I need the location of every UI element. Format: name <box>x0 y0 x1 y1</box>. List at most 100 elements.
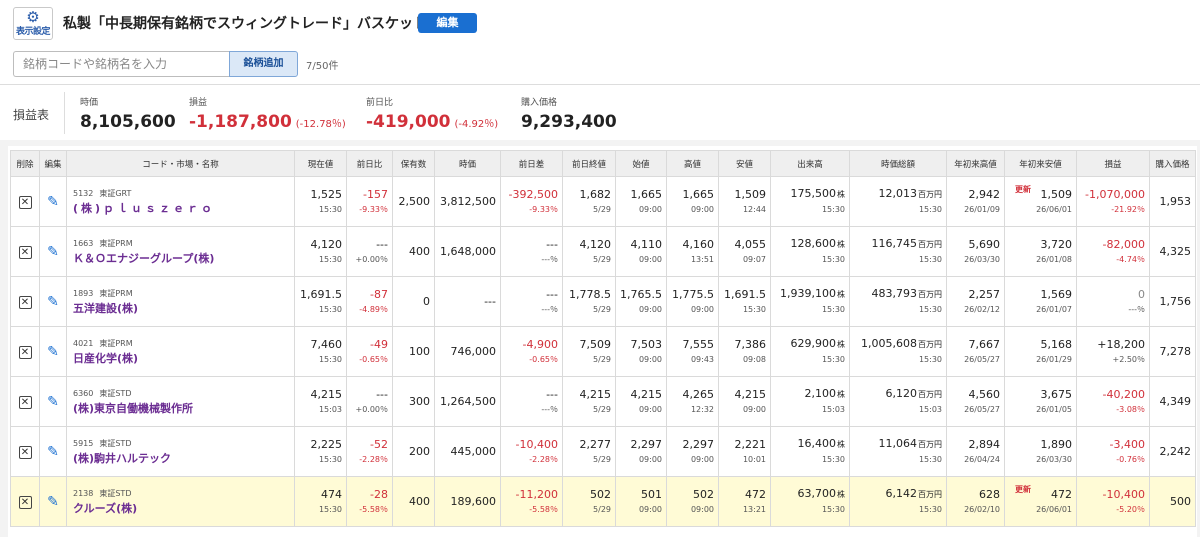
col-prev[interactable]: 前日終値 <box>562 150 616 177</box>
add-stock-button[interactable]: 銘柄追加 <box>229 51 298 77</box>
col-cost[interactable]: 購入価格 <box>1149 150 1196 177</box>
open-time: 09:00 <box>638 204 662 214</box>
stock-name-link[interactable]: 日産化学(株) <box>73 351 290 367</box>
stock-name-link[interactable]: 五洋建設(株) <box>73 301 290 317</box>
volume-line: 1,939,100株 <box>775 286 845 303</box>
prev-close: 502 <box>590 487 611 501</box>
volume-line: 16,400株 <box>775 436 846 453</box>
change-percent: -4.89％ <box>359 304 388 314</box>
delete-icon[interactable]: ✕ <box>18 495 32 509</box>
prev-close: 4,120 <box>579 237 612 251</box>
volume-cell: 1,939,100株 15:30 <box>770 276 850 327</box>
stock-name-link[interactable]: (株)ｐｌｕｓｚｅｒｏ <box>73 201 290 217</box>
market: 東証GRT <box>99 188 132 198</box>
stock-name-link[interactable]: (株)駒井ハルテック <box>73 451 290 467</box>
price-time: 15:30 <box>318 454 342 464</box>
col-ytd-high[interactable]: 年初来高値 <box>946 150 1005 177</box>
pencil-icon[interactable]: ✎ <box>47 245 59 259</box>
ytd-high-cell: 628 26/02/10 <box>946 476 1005 527</box>
prev-date: 5/29 <box>593 254 611 264</box>
pencil-icon[interactable]: ✎ <box>47 395 59 409</box>
stock-code-line: 6360 東証STD <box>73 387 290 401</box>
delete-icon[interactable]: ✕ <box>18 195 32 209</box>
basket-table: 削除 編集 コード・市場・名称 現在値 前日比 保有数 時価 前日差 前日終値 … <box>10 150 1196 527</box>
open: 4,110 <box>630 237 663 251</box>
volume: 2,100 <box>804 387 837 400</box>
mcap-time: 15:30 <box>918 455 942 464</box>
summary-cost: 購入価格 9,293,400 <box>521 95 617 132</box>
qty-cell: 400 <box>392 476 435 527</box>
volume-time: 15:30 <box>821 305 845 314</box>
col-pl[interactable]: 損益 <box>1076 150 1150 177</box>
change-percent: +0.00％ <box>355 254 388 264</box>
price-cell: 2,225 15:30 <box>294 426 347 477</box>
volume-line: 63,700株 <box>775 486 846 503</box>
volume-unit: 株 <box>837 190 845 199</box>
pencil-icon[interactable]: ✎ <box>47 195 59 209</box>
low-cell: 4,055 09:07 <box>718 226 771 277</box>
high: 7,555 <box>682 337 715 351</box>
qty-cell: 400 <box>392 226 435 277</box>
delete-icon[interactable]: ✕ <box>18 295 32 309</box>
volume: 128,600 <box>790 237 837 250</box>
dod-value: -419,000 <box>366 112 451 132</box>
col-price[interactable]: 現在値 <box>294 150 347 177</box>
price: 1,691.5 <box>300 287 342 301</box>
col-high[interactable]: 高値 <box>666 150 719 177</box>
col-value[interactable]: 時価 <box>434 150 501 177</box>
stock-name-link[interactable]: Ｋ＆Ｏエナジーグループ(株) <box>73 251 290 267</box>
col-qty[interactable]: 保有数 <box>392 150 435 177</box>
stock-code: 4021 <box>73 338 94 348</box>
pencil-icon[interactable]: ✎ <box>47 445 59 459</box>
mcap-line: 11,064百万円 <box>854 436 943 453</box>
diff-percent: ---％ <box>541 254 558 264</box>
ytd-high: 2,942 <box>968 187 1001 201</box>
cost: 7,278 <box>1159 344 1192 358</box>
diff-percent: -0.65％ <box>529 354 558 364</box>
col-volume[interactable]: 出来高 <box>770 150 850 177</box>
price-cell: 4,120 15:30 <box>294 226 347 277</box>
col-ytd-low[interactable]: 年初来安値 <box>1004 150 1077 177</box>
mcap: 483,793 <box>871 287 918 300</box>
ytd-high: 628 <box>979 487 1000 501</box>
ytd-high-date: 26/04/24 <box>964 454 1000 464</box>
ytd-high-cell: 4,560 26/05/27 <box>946 376 1005 427</box>
edit-button[interactable]: 編集 <box>418 13 477 33</box>
pencil-icon[interactable]: ✎ <box>47 295 59 309</box>
delete-icon[interactable]: ✕ <box>18 245 32 259</box>
diff: --- <box>546 237 558 251</box>
ytd-low: 1,569 <box>1040 287 1073 301</box>
delete-icon[interactable]: ✕ <box>18 395 32 409</box>
col-change[interactable]: 前日比 <box>346 150 393 177</box>
col-delete: 削除 <box>10 150 40 177</box>
prev-date: 5/29 <box>593 304 611 314</box>
stock-name-link[interactable]: (株)東京自働機械製作所 <box>73 401 290 417</box>
prev-date: 5/29 <box>593 204 611 214</box>
ytd-high: 4,560 <box>968 387 1001 401</box>
high: 4,265 <box>682 387 715 401</box>
delete-icon[interactable]: ✕ <box>18 345 32 359</box>
pencil-icon[interactable]: ✎ <box>47 345 59 359</box>
col-low[interactable]: 安値 <box>718 150 771 177</box>
volume-unit: 株 <box>837 290 845 299</box>
delete-icon[interactable]: ✕ <box>18 445 32 459</box>
high-time: 09:00 <box>690 504 714 514</box>
search-input[interactable] <box>13 51 229 77</box>
col-mcap[interactable]: 時価総額 <box>849 150 947 177</box>
pencil-icon[interactable]: ✎ <box>47 495 59 509</box>
high-cell: 7,555 09:43 <box>666 326 719 377</box>
low-time: 13:21 <box>742 504 766 514</box>
value-cell: 1,264,500 <box>434 376 501 427</box>
volume-unit: 株 <box>837 490 845 499</box>
prev-close: 2,277 <box>579 437 612 451</box>
col-open[interactable]: 始値 <box>615 150 667 177</box>
ytd-high: 2,257 <box>968 287 1001 301</box>
pl-percent: +2.50％ <box>1112 354 1145 364</box>
edit-cell: ✎ <box>39 476 67 527</box>
col-diff[interactable]: 前日差 <box>500 150 563 177</box>
value-cell: --- <box>434 276 501 327</box>
low-cell: 2,221 10:01 <box>718 426 771 477</box>
display-settings-button[interactable]: ⚙ 表示設定 <box>13 7 53 40</box>
stock-name-link[interactable]: クルーズ(株) <box>73 501 290 517</box>
diff: --- <box>546 287 558 301</box>
